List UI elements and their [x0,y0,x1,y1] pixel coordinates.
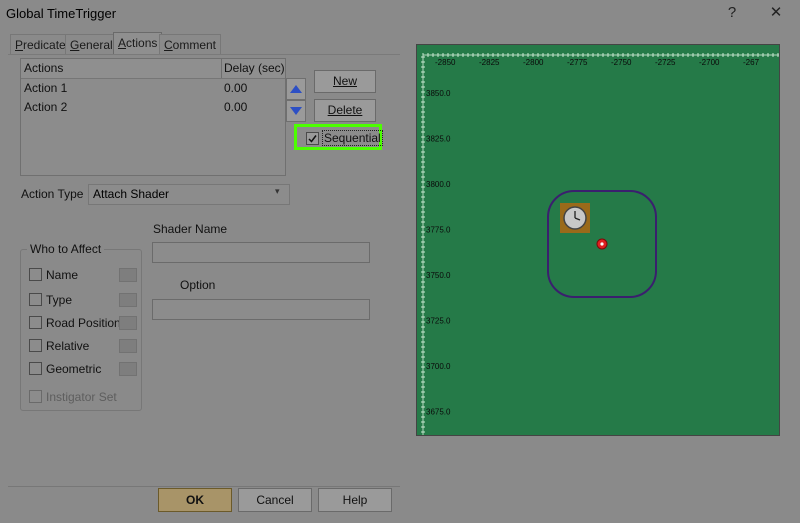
checkmark-icon [308,135,317,143]
move-down-button[interactable] [286,100,306,122]
column-separator[interactable] [221,59,222,78]
action-name: Action 1 [24,81,68,95]
instigator-set-label: Instigator Set [46,390,117,404]
clock-icon[interactable] [560,203,590,233]
map-view[interactable]: -2850 -2825 -2800 -2775 -2750 -2725 -2700 -267 3… [416,44,780,436]
actions-list-header: Actions Delay (sec) [21,59,285,79]
tab-divider [8,54,400,55]
x-tick-label: -267 [743,58,760,67]
sequential-checkbox[interactable] [306,132,319,145]
y-tick-label: 3700.0 [426,362,451,371]
shader-name-label: Shader Name [153,222,228,236]
close-icon[interactable]: ✕ [756,0,796,26]
title-bar [0,0,800,26]
action-type-label: Action Type [21,187,84,201]
y-tick-label: 3775.0 [426,226,451,235]
footer-divider [8,486,400,487]
relative-checkbox[interactable] [29,339,42,352]
help-icon[interactable]: ? [712,0,752,26]
y-tick-label: 3725.0 [426,317,451,326]
tab-comment[interactable]: Comment [159,34,222,55]
relative-options-button[interactable] [119,339,137,353]
trigger-marker-center [600,242,604,246]
y-tick-label: 3750.0 [426,271,451,280]
who-to-affect-title: Who to Affect [27,242,105,256]
road-position-label[interactable]: Road Position [46,316,121,330]
sequential-label[interactable]: Sequential [322,130,383,146]
instigator-set-checkbox [29,390,42,403]
y-tick-label: 3825.0 [426,135,451,144]
geometric-options-button[interactable] [119,362,137,376]
type-options-button[interactable] [119,293,137,307]
action-delay: 0.00 [224,81,248,95]
x-tick-label: -2700 [699,58,720,67]
name-options-button[interactable] [119,268,137,282]
name-checkbox[interactable] [29,268,42,281]
relative-label[interactable]: Relative [46,339,89,353]
window-title: Global TimeTrigger [6,6,117,21]
ok-button[interactable]: OK [158,488,232,512]
option-input[interactable] [152,299,370,320]
cancel-button[interactable]: Cancel [238,488,312,512]
tab-general[interactable]: General [65,34,118,55]
sequential-highlight[interactable]: Sequential [294,124,383,150]
geometric-checkbox[interactable] [29,362,42,375]
help-button[interactable]: Help [318,488,392,512]
table-row[interactable]: Action 1 0.00 [21,79,285,98]
move-up-button[interactable] [286,78,306,100]
type-label[interactable]: Type [46,293,72,307]
tab-predicate[interactable]: Predicate [10,34,71,55]
name-label[interactable]: Name [46,268,78,282]
x-tick-label: -2775 [567,58,588,67]
action-type-select[interactable]: Attach Shader ▾ [88,184,290,205]
delete-button[interactable]: Delete [314,99,376,122]
arrow-down-icon [290,107,302,115]
x-tick-label: -2725 [655,58,676,67]
x-tick-label: -2850 [435,58,456,67]
road-position-checkbox[interactable] [29,316,42,329]
map-canvas[interactable]: -2850 -2825 -2800 -2775 -2750 -2725 -2700 -267 3… [417,45,779,435]
actions-list[interactable]: Actions Delay (sec) Action 1 0.00 Action… [20,58,286,176]
y-tick-label: 3850.0 [426,89,451,98]
road-position-options-button[interactable] [119,316,137,330]
x-tick-label: -2750 [611,58,632,67]
y-tick-label: 3675.0 [426,408,451,417]
arrow-up-icon [290,85,302,93]
table-row[interactable]: Action 2 0.00 [21,98,285,117]
tab-actions[interactable]: Actions [113,32,163,55]
geometric-label[interactable]: Geometric [46,362,101,376]
y-tick-label: 3800.0 [426,180,451,189]
action-name: Action 2 [24,100,68,114]
action-delay: 0.00 [224,100,248,114]
new-button[interactable]: New [314,70,376,93]
option-label: Option [180,278,216,292]
column-header-actions[interactable]: Actions [24,59,63,78]
shader-name-input[interactable] [152,242,370,263]
action-type-value: Attach Shader [93,187,170,201]
chevron-down-icon[interactable]: ▾ [275,186,280,197]
column-header-delay[interactable]: Delay (sec) [224,59,285,78]
x-tick-label: -2825 [479,58,500,67]
type-checkbox[interactable] [29,293,42,306]
x-tick-label: -2800 [523,58,544,67]
